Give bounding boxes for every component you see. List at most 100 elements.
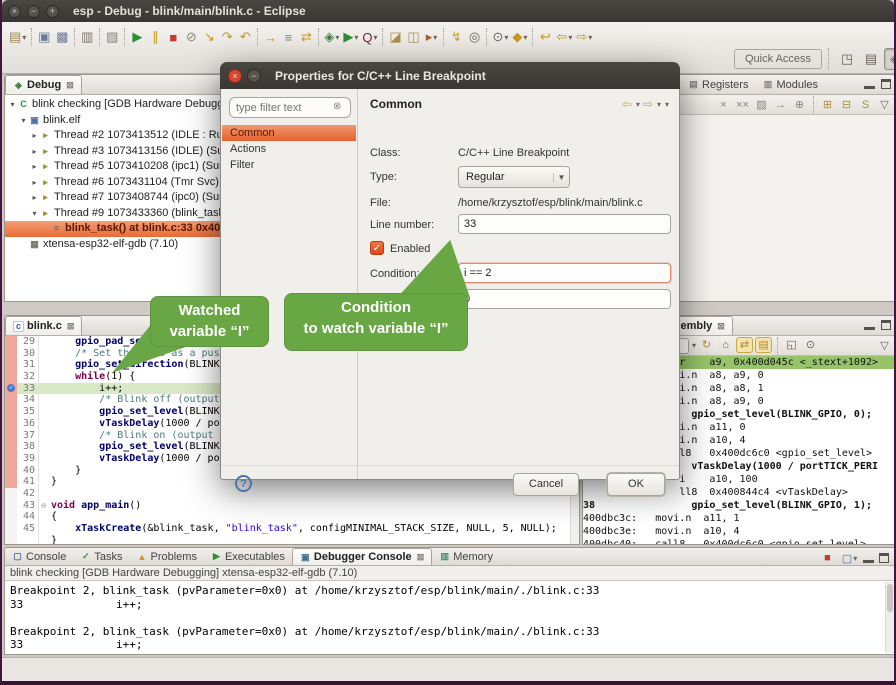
tree-expander-icon[interactable]: ▸ xyxy=(29,128,40,144)
chevron-down-icon[interactable]: ▾ xyxy=(568,33,572,42)
window-close-button[interactable]: × xyxy=(8,5,21,18)
last-edit-icon[interactable]: ↩ xyxy=(536,27,554,47)
show-source-icon[interactable]: ▤ xyxy=(755,337,772,353)
breakpoint-gutter[interactable]: ✓ xyxy=(5,383,17,395)
dialog-close-button[interactable]: × xyxy=(228,69,242,83)
tab-console[interactable]: ▢Console xyxy=(5,548,73,565)
launch-icon[interactable]: ▸▾ xyxy=(422,27,440,47)
disconnect-icon[interactable]: ⊘ xyxy=(182,27,200,47)
flash-icon[interactable]: ↯ xyxy=(447,27,465,47)
dialog-nav-common[interactable]: Common xyxy=(222,125,356,141)
open-resource-icon[interactable]: ◫ xyxy=(404,27,422,47)
fold-collapse-icon[interactable]: ⊖ xyxy=(39,500,48,512)
chevron-down-icon[interactable]: ▾ xyxy=(588,33,592,42)
line-number-input[interactable] xyxy=(458,214,671,234)
chevron-down-icon[interactable]: ▾ xyxy=(523,33,527,42)
minimize-icon[interactable] xyxy=(864,79,875,89)
tab-blink-c[interactable]: c blink.c ⊠ xyxy=(5,316,82,335)
chevron-down-icon[interactable]: ▾ xyxy=(354,33,358,42)
debug-tree-item[interactable]: ▸▸Thread #5 1073410208 (ipc1) (Susp xyxy=(5,159,223,175)
search-icon[interactable]: ◎ xyxy=(465,27,483,47)
window-maximize-button[interactable]: + xyxy=(46,5,59,18)
open-new-view-icon[interactable]: ◱ xyxy=(783,337,800,353)
drop-to-frame-icon[interactable]: ⇄ xyxy=(297,27,315,47)
open-perspective-icon[interactable]: ◳ xyxy=(836,48,858,70)
chevron-down-icon[interactable]: ▾ xyxy=(853,554,857,563)
cancel-button[interactable]: Cancel xyxy=(513,473,579,496)
type-dropdown[interactable]: Regular ▼ xyxy=(458,166,570,188)
view-menu-icon[interactable]: ▽ xyxy=(876,338,893,354)
collapse-all-icon[interactable]: ⊟ xyxy=(838,97,855,113)
forward-icon[interactable]: ⇨▾ xyxy=(574,27,594,47)
step-into-icon[interactable]: ↘ xyxy=(200,27,218,47)
console-output[interactable]: Breakpoint 2, blink_task (pvParameter=0x… xyxy=(5,581,895,652)
debug-perspective-icon[interactable]: ◈ xyxy=(884,48,896,70)
tab-close-icon[interactable]: ⊠ xyxy=(717,321,725,332)
save-all-icon[interactable]: ▩ xyxy=(53,27,71,47)
clear-filter-icon[interactable]: ⊗ xyxy=(333,101,341,112)
chevron-down-icon[interactable]: ▾ xyxy=(22,33,26,42)
tab-modules[interactable]: ▥Modules xyxy=(755,75,825,94)
step-over-icon[interactable]: ↷ xyxy=(218,27,236,47)
back-icon[interactable]: ⇦ xyxy=(622,97,632,111)
debug-tree-item[interactable]: ▸▸Thread #7 1073408744 (ipc0) (Susp xyxy=(5,190,223,206)
debug-tree-item[interactable]: ▸▸Thread #3 1073413156 (IDLE) (Susp xyxy=(5,144,223,160)
open-folder-icon[interactable]: ◪ xyxy=(386,27,404,47)
link-with-debug-view-icon[interactable]: ⊕ xyxy=(791,97,808,113)
scrollbar-thumb[interactable] xyxy=(887,584,893,612)
terminate-console-icon[interactable]: ■ xyxy=(819,550,836,566)
tree-expander-icon[interactable]: ▾ xyxy=(18,113,29,129)
display-selected-console-icon[interactable]: ▢▾ xyxy=(841,550,858,566)
suspend-icon[interactable]: ∥ xyxy=(146,27,164,47)
instruction-stepping-icon[interactable]: → xyxy=(261,27,279,47)
tab-debugger-console[interactable]: ▣Debugger Console⊠ xyxy=(292,548,432,565)
sync-with-stack-icon[interactable]: ⇄ xyxy=(736,337,753,353)
coverage-icon[interactable]: Q▾ xyxy=(360,27,379,47)
go-to-file-for-breakpoint-icon[interactable]: → xyxy=(772,97,789,113)
step-return-icon[interactable]: ↶ xyxy=(236,27,254,47)
debug-tree-item[interactable]: ▦xtensa-esp32-elf-gdb (7.10) xyxy=(5,237,223,253)
tree-expander-icon[interactable]: ▸ xyxy=(29,144,40,160)
dialog-minimize-button[interactable]: − xyxy=(247,69,261,83)
dialog-nav-actions[interactable]: Actions xyxy=(222,141,356,157)
chevron-down-icon[interactable]: ▾ xyxy=(504,33,508,42)
debug-tree-item[interactable]: ▸▸Thread #2 1073413512 (IDLE : Running) xyxy=(5,128,223,144)
remove-breakpoint-icon[interactable]: × xyxy=(715,97,732,113)
chevron-down-icon[interactable]: ▾ xyxy=(373,33,377,42)
quick-access-button[interactable]: Quick Access xyxy=(734,49,822,69)
maximize-icon[interactable] xyxy=(881,79,891,89)
tab-problems[interactable]: ▲Problems xyxy=(129,548,203,565)
tab-memory[interactable]: ▥Memory xyxy=(432,548,500,565)
skip-all-breakpoints-icon[interactable]: S xyxy=(857,97,874,113)
tab-close-icon[interactable]: ⊠ xyxy=(417,552,425,563)
chevron-down-icon[interactable]: ▾ xyxy=(657,100,661,109)
terminate-icon[interactable]: ■ xyxy=(164,27,182,47)
breakpoint-icon[interactable]: ✓ xyxy=(7,384,15,392)
remove-all-breakpoints-icon[interactable]: ×× xyxy=(734,97,751,113)
tree-expander-icon[interactable]: ▾ xyxy=(29,206,40,222)
expand-all-icon[interactable]: ⊞ xyxy=(819,97,836,113)
forward-icon[interactable]: ⇨ xyxy=(643,97,653,111)
ok-button[interactable]: OK xyxy=(607,473,665,496)
tab-close-icon[interactable]: ⊠ xyxy=(67,321,75,332)
view-menu-icon[interactable]: ▽ xyxy=(876,97,893,113)
tree-expander-icon[interactable]: ▸ xyxy=(29,175,40,191)
console-scrollbar[interactable] xyxy=(885,582,894,653)
tab-tasks[interactable]: ✓Tasks xyxy=(73,548,129,565)
debug-tree-item[interactable]: ≡blink_task() at blink.c:33 0x400db xyxy=(5,221,223,237)
pin-view-icon[interactable]: ⊙ xyxy=(802,337,819,353)
ignore-count-input[interactable] xyxy=(458,289,671,309)
breakpoint-properties-icon[interactable]: ▨ xyxy=(753,97,770,113)
help-icon[interactable]: ? xyxy=(235,475,252,492)
tree-expander-icon[interactable]: ▾ xyxy=(7,97,18,113)
chevron-down-icon[interactable]: ▾ xyxy=(433,33,437,42)
chevron-down-icon[interactable]: ▾ xyxy=(692,341,696,350)
new-wizard-icon[interactable]: ▤▾ xyxy=(7,27,28,47)
view-menu-icon[interactable]: ▾ xyxy=(665,100,669,109)
tab-registers[interactable]: ▤Registers xyxy=(681,75,755,94)
tree-expander-icon[interactable]: ▸ xyxy=(29,159,40,175)
back-icon[interactable]: ⇦▾ xyxy=(554,27,574,47)
bookmark-icon[interactable]: ◆▾ xyxy=(510,27,529,47)
chevron-down-icon[interactable]: ▾ xyxy=(636,100,640,109)
resume-icon[interactable]: ▶ xyxy=(128,27,146,47)
